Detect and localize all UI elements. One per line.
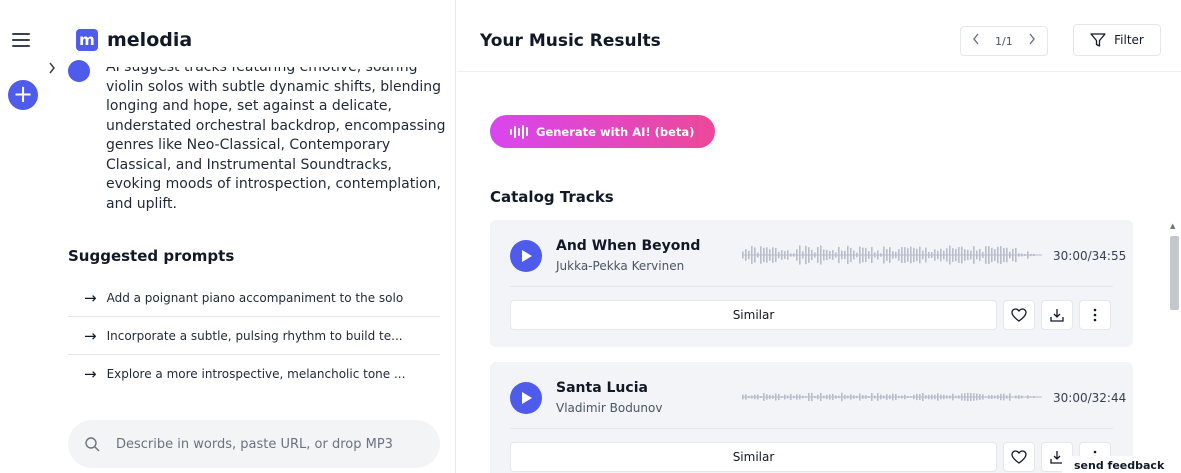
pagination: 1/1 [960,26,1048,56]
scroll-up-icon[interactable]: ▲ [1170,222,1175,230]
similar-button[interactable]: Similar [510,442,997,472]
brand: m melodia [76,29,192,51]
like-button[interactable] [1003,300,1035,330]
new-chat-button[interactable]: + [8,80,38,110]
prev-page-button[interactable] [961,33,991,49]
track-artist[interactable]: Jukka-Pekka Kervinen [556,259,684,273]
app-root: + m melodia AI suggest tracks featuring … [0,0,1181,473]
filter-button[interactable]: Filter [1073,24,1161,56]
suggested-prompts-title: Suggested prompts [68,247,235,265]
chevron-right-icon[interactable] [48,62,62,78]
play-button[interactable] [510,240,542,272]
generate-with-ai-button[interactable]: Generate with AI! (beta) [490,115,715,148]
ai-avatar [68,60,90,82]
suggested-prompt-text: Explore a more introspective, melancholi… [106,367,406,381]
track-card: And When Beyond Jukka-Pekka Kervinen 30:… [490,220,1133,347]
arrow-right-icon: → [84,288,97,307]
track-time: 30:00/34:55 [1053,249,1127,263]
download-button[interactable] [1041,300,1073,330]
track-time: 30:00/32:44 [1053,391,1127,405]
waveform[interactable] [742,386,1042,408]
page-indicator: 1/1 [995,34,1013,48]
track-artist[interactable]: Vladimir Bodunov [556,401,662,415]
heart-icon [1011,308,1027,322]
play-button[interactable] [510,382,542,414]
hamburger-icon[interactable] [12,33,30,47]
send-feedback-button[interactable]: send feedback [1062,456,1181,473]
suggested-prompt-text: Add a poignant piano accompaniment to th… [106,290,404,305]
download-icon [1050,309,1064,322]
track-divider [510,428,1113,429]
search-icon [85,437,100,452]
scroll-thumb[interactable] [1170,236,1179,310]
suggested-prompt-text: Incorporate a subtle, pulsing rhythm to … [106,328,403,343]
filter-label: Filter [1114,33,1144,47]
next-page-button[interactable] [1017,33,1047,49]
track-title: Santa Lucia [556,380,648,396]
chat-panel: m melodia AI suggest tracks featuring em… [48,0,456,473]
left-rail: + [0,0,48,473]
waveform[interactable] [742,244,1042,266]
suggested-prompt-item[interactable]: → Incorporate a subtle, pulsing rhythm t… [68,317,440,355]
logo-icon: m [76,29,98,51]
chevron-left-icon [973,33,979,45]
track-card: Santa Lucia Vladimir Bodunov 30:00/32:44… [490,362,1133,473]
results-title: Your Music Results [480,31,661,51]
more-options-button[interactable] [1079,300,1111,330]
waveform-icon [510,124,528,139]
like-button[interactable] [1003,442,1035,472]
ai-message: AI suggest tracks featuring emotive, soa… [106,59,446,212]
catalog-title: Catalog Tracks [490,188,614,206]
suggested-prompts-list: → Add a poignant piano accompaniment to … [68,279,440,393]
brand-name: melodia [107,29,193,51]
header-divider [457,71,1181,72]
suggested-prompt-item[interactable]: → Explore a more introspective, melancho… [68,355,440,393]
arrow-right-icon: → [84,326,97,345]
suggested-prompt-item[interactable]: → Add a poignant piano accompaniment to … [68,279,440,317]
results-panel: Your Music Results 1/1 Filter Generate w… [457,0,1181,473]
prompt-box [68,420,440,468]
plus-icon: + [12,80,34,108]
heart-icon [1011,450,1027,464]
arrow-right-icon: → [84,365,97,383]
track-divider [510,286,1113,287]
track-title: And When Beyond [556,238,701,254]
chevron-right-icon [1029,33,1035,45]
results-scrollbar[interactable]: ▲ [1168,220,1180,473]
filter-icon [1090,33,1106,47]
prompt-input[interactable] [116,436,426,452]
similar-button[interactable]: Similar [510,300,997,330]
more-vertical-icon [1093,308,1097,322]
generate-label: Generate with AI! (beta) [536,124,695,139]
